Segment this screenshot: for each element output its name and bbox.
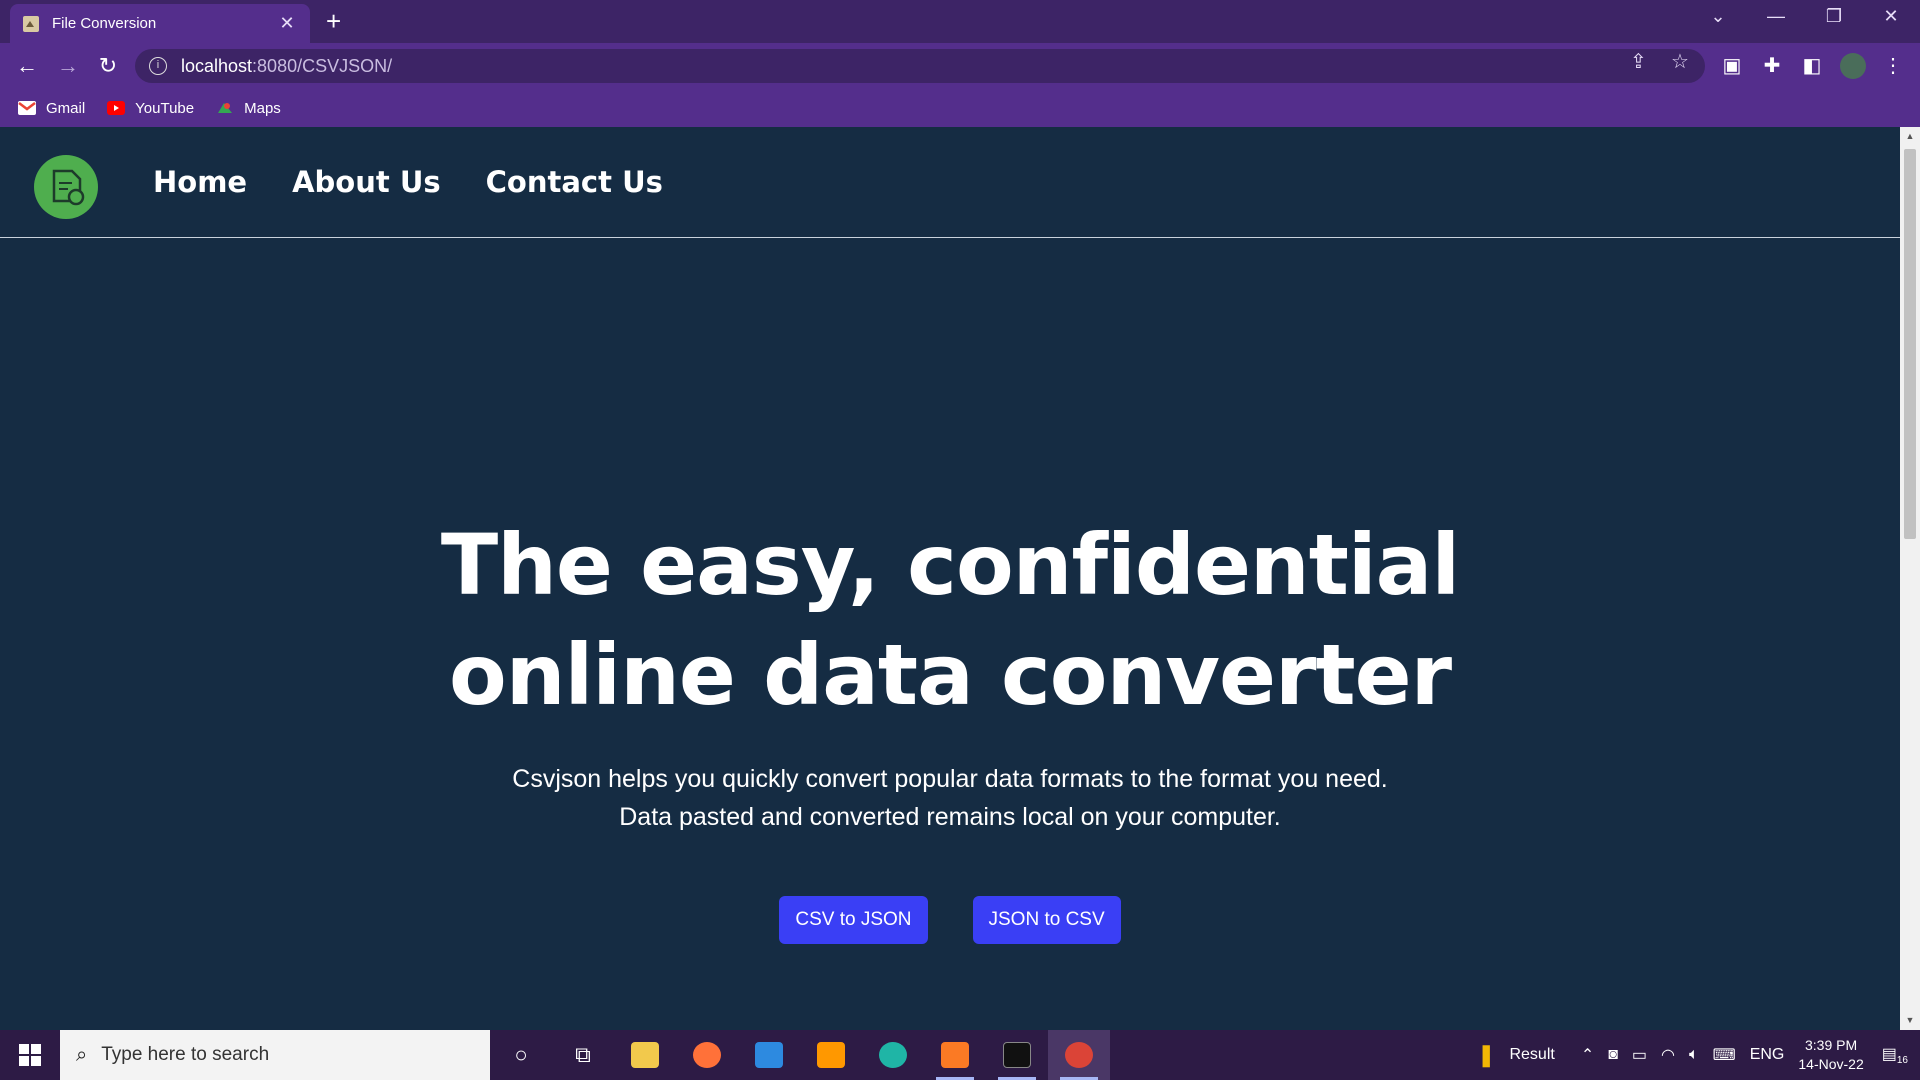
bookmarks-bar: Gmail YouTube Maps xyxy=(0,89,1920,127)
taskbar-search[interactable]: ⌕ Type here to search xyxy=(60,1030,490,1080)
task-view-icon[interactable]: ⧉ xyxy=(552,1030,614,1080)
bookmark-maps[interactable]: Maps xyxy=(216,100,281,117)
hero-section: The easy, confidential online data conve… xyxy=(0,238,1900,944)
result-app-icon[interactable]: ❚ xyxy=(1477,1042,1495,1068)
clock-time: 3:39 PM xyxy=(1804,1037,1858,1053)
scroll-thumb[interactable] xyxy=(1904,149,1916,539)
page-scrollbar[interactable]: ▲ ▼ xyxy=(1900,127,1920,1030)
search-placeholder: Type here to search xyxy=(101,1044,270,1065)
scroll-down-arrow[interactable]: ▼ xyxy=(1900,1015,1920,1025)
hero-title-line-1: The easy, confidential xyxy=(440,516,1460,614)
clock-date: 14-Nov-22 xyxy=(1798,1056,1864,1072)
nav-home[interactable]: Home xyxy=(153,165,247,199)
document-convert-icon xyxy=(52,169,85,206)
keyboard-icon[interactable]: ⌨ xyxy=(1713,1045,1736,1065)
volume-icon[interactable]: 🔈︎ xyxy=(1689,1046,1699,1064)
side-panel-icon[interactable]: ◧ xyxy=(1799,53,1825,79)
nav-about-us[interactable]: About Us xyxy=(292,165,441,199)
search-icon: ⌕ xyxy=(76,1043,88,1066)
show-hidden-icons-icon[interactable]: ⌃ xyxy=(1581,1045,1594,1065)
battery-icon[interactable]: ▭ xyxy=(1632,1045,1647,1065)
bookmark-gmail[interactable]: Gmail xyxy=(18,100,85,117)
site-logo[interactable] xyxy=(34,155,98,219)
start-button[interactable] xyxy=(0,1030,60,1080)
scroll-up-arrow[interactable]: ▲ xyxy=(1900,131,1920,141)
browser-toolbar: ← → ↻ i localhost:8080/CSVJSON/ ⇪ ☆ ▣ ✚ … xyxy=(0,43,1920,89)
hero-title-line-2: online data converter xyxy=(448,626,1452,724)
windows-taskbar: ⌕ Type here to search ○ ⧉ ❚ Result ⌃ ◙ ▭… xyxy=(0,1030,1920,1080)
nav-contact-us[interactable]: Contact Us xyxy=(486,165,663,199)
language-indicator[interactable]: ENG xyxy=(1750,1046,1785,1064)
bookmark-label: YouTube xyxy=(135,99,195,117)
new-tab-button[interactable]: + xyxy=(326,8,341,34)
chrome-icon[interactable] xyxy=(1048,1030,1110,1080)
hero-title: The easy, confidential online data conve… xyxy=(0,510,1900,730)
share-icon[interactable]: ⇪ xyxy=(1630,49,1647,74)
web-page: Home About Us Contact Us The easy, confi… xyxy=(0,127,1900,1030)
extension-icon[interactable]: ▣ xyxy=(1719,53,1745,79)
csv-to-json-button[interactable]: CSV to JSON xyxy=(779,896,928,944)
nav-links: Home About Us Contact Us xyxy=(153,165,708,199)
bookmark-star-icon[interactable]: ☆ xyxy=(1671,49,1689,74)
reload-button[interactable]: ↻ xyxy=(94,52,122,80)
menu-icon[interactable]: ⋮ xyxy=(1880,53,1906,79)
hero-subtitle-line-1: Csvjson helps you quickly convert popula… xyxy=(512,765,1388,793)
hero-subtitle: Csvjson helps you quickly convert popula… xyxy=(0,760,1900,836)
url-path: :8080/CSVJSON/ xyxy=(252,55,393,76)
terminal-icon[interactable] xyxy=(986,1030,1048,1080)
close-window-button[interactable]: ✕ xyxy=(1871,6,1911,27)
profile-avatar[interactable] xyxy=(1840,53,1866,79)
restore-button[interactable]: ❐ xyxy=(1814,6,1854,27)
back-button[interactable]: ← xyxy=(13,52,41,80)
site-navbar: Home About Us Contact Us xyxy=(0,127,1900,238)
notification-center-icon[interactable]: ▤16 xyxy=(1882,1044,1908,1066)
hero-subtitle-line-2: Data pasted and converted remains local … xyxy=(619,803,1281,831)
taskbar-clock[interactable]: 3:39 PM 14-Nov-22 xyxy=(1798,1036,1863,1074)
maps-icon xyxy=(218,103,233,113)
close-tab-icon[interactable]: ✕ xyxy=(276,13,298,34)
wifi-icon[interactable]: ◠ xyxy=(1661,1045,1675,1065)
edge-icon[interactable] xyxy=(862,1030,924,1080)
address-bar[interactable]: i localhost:8080/CSVJSON/ xyxy=(135,49,1705,83)
file-explorer-icon[interactable] xyxy=(614,1030,676,1080)
minimize-button[interactable]: — xyxy=(1756,6,1796,27)
tab-title: File Conversion xyxy=(52,15,157,32)
firefox-icon[interactable] xyxy=(676,1030,738,1080)
extensions-puzzle-icon[interactable]: ✚ xyxy=(1759,53,1785,79)
browser-tab[interactable]: File Conversion ✕ xyxy=(10,4,310,43)
meet-now-icon[interactable]: ◙ xyxy=(1608,1046,1618,1064)
mail-icon[interactable] xyxy=(738,1030,800,1080)
sublime-text-icon[interactable] xyxy=(800,1030,862,1080)
system-tray: ❚ Result ⌃ ◙ ▭ ◠ 🔈︎ ⌨ ENG 3:39 PM 14-Nov… xyxy=(1477,1030,1920,1080)
bookmark-label: Gmail xyxy=(46,99,86,117)
hero-buttons: CSV to JSON JSON to CSV xyxy=(0,896,1900,944)
url-host: localhost xyxy=(181,55,253,76)
forward-button[interactable]: → xyxy=(54,52,82,80)
gmail-icon xyxy=(18,101,36,115)
notification-count: 16 xyxy=(1896,1055,1908,1067)
tab-strip: File Conversion ✕ + ⌄ — ❐ ✕ xyxy=(0,0,1920,43)
windows-icon xyxy=(19,1044,41,1066)
bookmark-label: Maps xyxy=(244,99,281,117)
file-icon xyxy=(23,15,39,32)
site-info-icon[interactable]: i xyxy=(149,57,167,75)
bookmark-youtube[interactable]: YouTube xyxy=(107,100,194,117)
cortana-icon[interactable]: ○ xyxy=(490,1030,552,1080)
tab-search-icon[interactable]: ⌄ xyxy=(1698,6,1738,27)
youtube-icon xyxy=(107,101,126,115)
xampp-icon[interactable] xyxy=(924,1030,986,1080)
json-to-csv-button[interactable]: JSON to CSV xyxy=(972,896,1121,944)
tray-result-label[interactable]: Result xyxy=(1509,1046,1554,1064)
